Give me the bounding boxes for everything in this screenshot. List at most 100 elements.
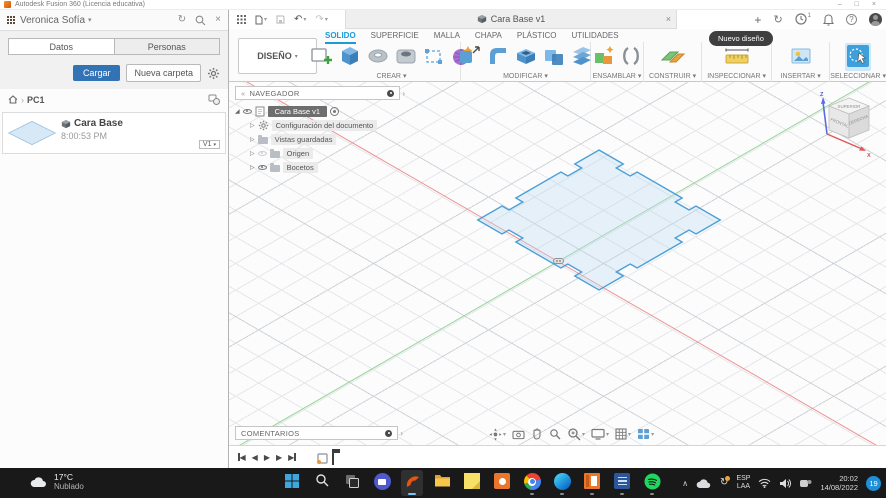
language-switcher[interactable]: ESP LAA <box>736 475 750 491</box>
save-icon[interactable] <box>276 15 285 24</box>
tab-datos[interactable]: Datos <box>8 38 114 55</box>
sketch-feature-item[interactable] <box>316 451 330 465</box>
panel-resize-handle[interactable]: › <box>400 429 403 438</box>
volume-icon[interactable] <box>779 478 792 489</box>
section-insertar-dropdown[interactable]: INSERTAR ▾ <box>781 72 821 81</box>
revolve-button[interactable] <box>365 43 391 69</box>
home-icon[interactable] <box>8 95 18 104</box>
word-button[interactable] <box>611 470 633 496</box>
sync-tray-icon[interactable]: ↻ <box>720 476 731 488</box>
taskbar-search-button[interactable] <box>311 470 333 496</box>
breadcrumb-root[interactable]: PC1 <box>27 95 45 105</box>
sketch-profile[interactable] <box>478 150 720 290</box>
origin-marker[interactable] <box>553 258 564 264</box>
viewports-button[interactable]: ▾ <box>637 428 654 440</box>
timeline-step-back-button[interactable]: ◀ <box>252 453 258 462</box>
select-button[interactable] <box>845 43 871 69</box>
tab-close-icon[interactable]: × <box>666 14 671 24</box>
viewport-canvas[interactable]: « NAVEGADOR › ◢ Cara Base v1 ▷ Configura… <box>229 82 886 445</box>
section-crear-dropdown[interactable]: CREAR ▾ <box>376 72 406 81</box>
timeline-step-forward-button[interactable]: ▶ <box>276 453 282 462</box>
taskbar-fusion360-button[interactable] <box>401 470 423 496</box>
navigator-root-row[interactable]: ◢ Cara Base v1 <box>235 104 405 118</box>
maximize-button[interactable]: □ <box>855 1 859 8</box>
team-selector[interactable]: Veronica Sofía <box>20 15 85 26</box>
notification-count-badge[interactable]: 19 <box>866 475 881 491</box>
close-panel-button[interactable]: × <box>215 15 221 25</box>
job-status-button[interactable]: 1 <box>795 13 811 27</box>
chat-button[interactable] <box>371 470 393 496</box>
refresh-button[interactable]: ↻ <box>178 15 186 25</box>
expand-triangle-icon[interactable]: ▷ <box>250 150 255 157</box>
wifi-icon[interactable] <box>758 478 771 488</box>
display-settings-button[interactable]: ▾ <box>591 428 609 440</box>
panel-options-icon[interactable] <box>387 89 395 97</box>
hole-button[interactable] <box>393 43 419 69</box>
notifications-bell-icon[interactable] <box>823 13 834 26</box>
file-menu-button[interactable]: ▾ <box>255 15 267 25</box>
section-ensamblar-dropdown[interactable]: ENSAMBLAR ▾ <box>593 72 642 81</box>
timeline-play-button[interactable]: ▶ <box>264 453 270 462</box>
task-view-button[interactable] <box>341 470 363 496</box>
shell-button[interactable] <box>513 43 539 69</box>
undo-button[interactable]: ↶ ▾ <box>294 14 306 25</box>
version-dropdown[interactable]: V1 ▾ <box>198 140 220 149</box>
reader-app-button[interactable] <box>581 470 603 496</box>
timeline-position-marker[interactable] <box>331 449 340 465</box>
zoom-button[interactable] <box>549 428 561 440</box>
panel-options-icon[interactable] <box>385 429 393 437</box>
workspace-selector[interactable]: DISEÑO ▾ <box>238 38 317 74</box>
new-component-button[interactable] <box>591 43 617 69</box>
activate-component-icon[interactable] <box>330 106 340 116</box>
help-button[interactable]: ? <box>846 14 857 25</box>
section-construir-dropdown[interactable]: CONSTRUIR ▾ <box>649 72 696 81</box>
file-explorer-button[interactable] <box>431 470 453 496</box>
create-sketch-button[interactable] <box>309 43 335 69</box>
press-pull-button[interactable] <box>457 43 483 69</box>
expand-triangle-icon[interactable]: ▷ <box>250 136 255 143</box>
section-inspeccionar-dropdown[interactable]: INSPECCIONAR ▾ <box>707 72 766 81</box>
joint-button[interactable] <box>619 43 643 69</box>
search-icon[interactable] <box>195 15 206 26</box>
clock-widget[interactable]: 20:02 14/08/2022 <box>820 474 858 492</box>
close-button[interactable]: × <box>872 1 876 8</box>
sketch-dimension-button[interactable] <box>421 43 447 69</box>
panel-settings-gear-icon[interactable] <box>207 67 220 80</box>
navigator-root-label[interactable]: Cara Base v1 <box>267 105 328 117</box>
look-at-button[interactable] <box>512 429 525 440</box>
visibility-eye-icon[interactable] <box>257 150 267 156</box>
new-design-button[interactable]: + <box>754 13 761 27</box>
app-grid-icon[interactable] <box>237 15 246 24</box>
measure-button[interactable] <box>722 43 752 69</box>
orbit-button[interactable]: ▾ <box>489 427 506 441</box>
combine-button[interactable] <box>541 43 567 69</box>
file-card-cara-base[interactable]: Cara Base 8:00:53 PM V1 ▾ <box>2 112 226 154</box>
edge-button[interactable] <box>551 470 573 496</box>
panel-resize-handle[interactable]: › <box>402 89 405 98</box>
start-button[interactable] <box>281 470 303 496</box>
timeline-go-to-end-button[interactable]: ▶ <box>288 453 296 462</box>
construction-plane-button[interactable] <box>659 43 687 69</box>
insert-image-button[interactable] <box>788 43 814 69</box>
tray-app-icon[interactable] <box>799 478 812 489</box>
new-folder-button[interactable]: Nueva carpeta <box>126 64 201 82</box>
grid-settings-button[interactable]: ▾ <box>615 428 631 440</box>
sync-status-icon[interactable]: ↻ <box>773 13 782 26</box>
spotify-button[interactable] <box>641 470 663 496</box>
tab-personas[interactable]: Personas <box>113 38 220 55</box>
section-modificar-dropdown[interactable]: MODIFICAR ▾ <box>503 72 548 81</box>
pan-button[interactable] <box>531 428 543 440</box>
timeline-go-to-start-button[interactable]: ◀ <box>238 453 246 462</box>
expand-triangle-icon[interactable]: ◢ <box>235 108 240 115</box>
comments-panel[interactable]: COMENTARIOS <box>235 426 399 440</box>
navigator-item-origin[interactable]: ▷ Origen <box>250 146 405 160</box>
expand-triangle-icon[interactable]: ▷ <box>250 164 255 171</box>
tray-expand-button[interactable]: ∧ <box>682 479 688 488</box>
navigator-item-sketches[interactable]: ▷ Bocetos <box>250 160 405 174</box>
fillet-button[interactable] <box>485 43 511 69</box>
fit-button[interactable]: ▾ <box>567 427 585 441</box>
navigator-item-named-views[interactable]: ▷ Vistas guardadas <box>250 132 405 146</box>
chrome-button[interactable] <box>521 470 543 496</box>
redo-button[interactable]: ↷ ▾ <box>315 14 327 25</box>
visibility-eye-icon[interactable] <box>257 164 267 170</box>
